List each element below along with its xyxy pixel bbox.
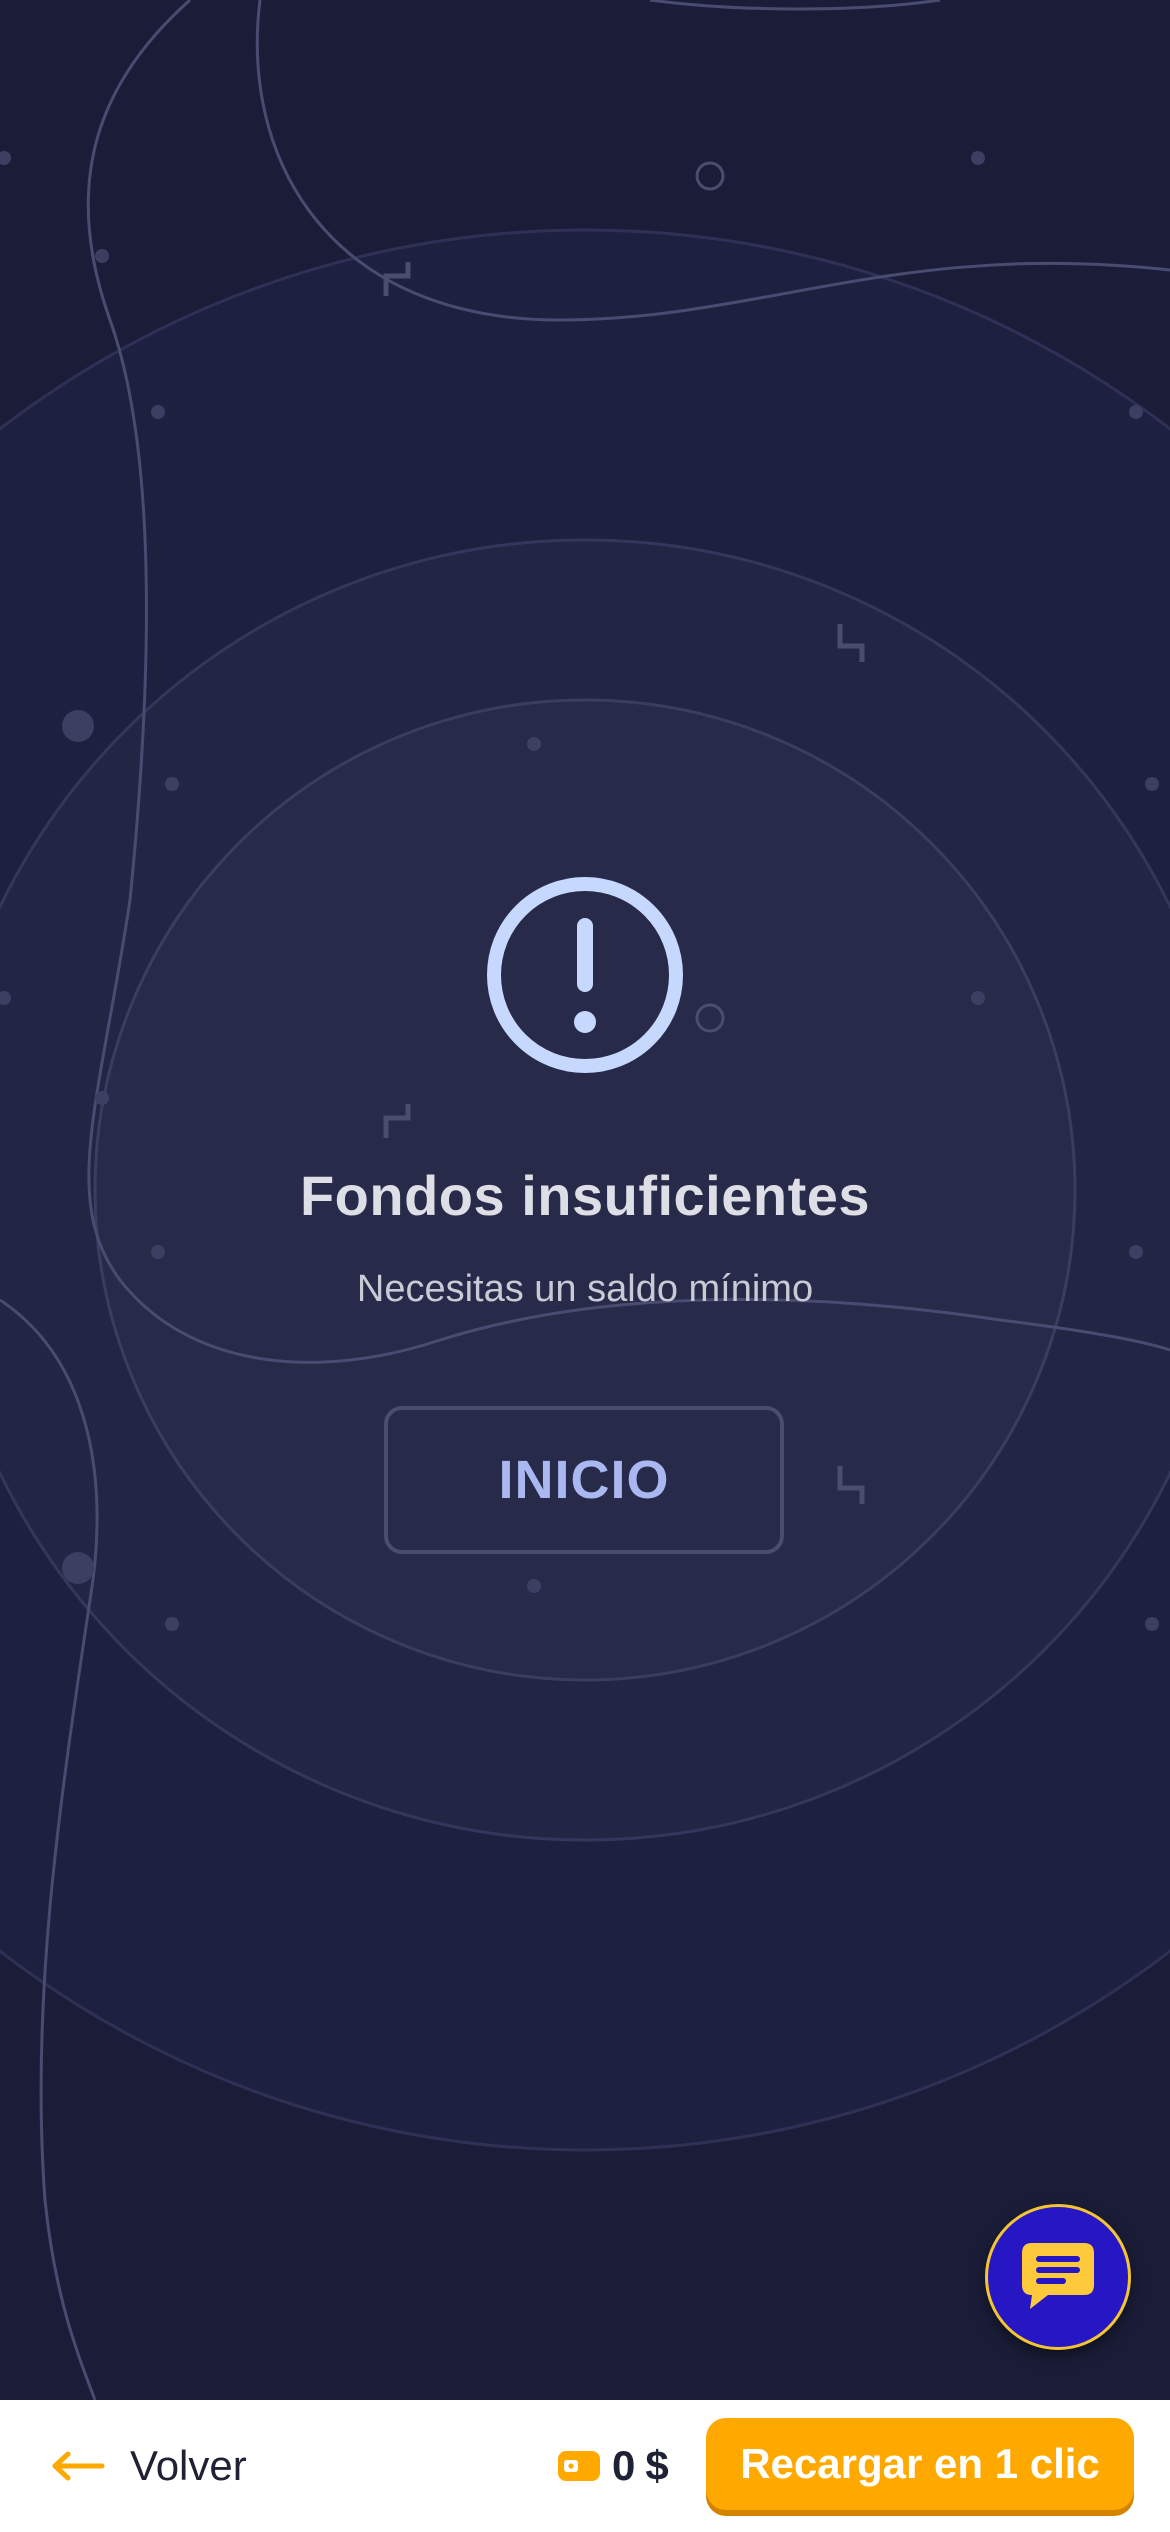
recharge-button[interactable]: Recargar en 1 clic <box>706 2418 1134 2510</box>
message-text: Necesitas un saldo mínimo <box>356 1268 814 1310</box>
page-title: Fondos insuficientes <box>299 1164 871 1227</box>
chat-button[interactable] <box>985 2204 1131 2350</box>
screen: Fondos insuficientes Necesitas un saldo … <box>0 0 1170 2532</box>
balance-amount: 0 <box>612 2442 636 2489</box>
balance-display: 0 $ <box>556 2400 669 2532</box>
home-button[interactable]: INICIO <box>384 1406 784 1554</box>
back-label: Volver <box>130 2442 247 2489</box>
back-button[interactable]: Volver <box>50 2400 247 2532</box>
arrow-left-icon <box>52 2451 105 2481</box>
insufficient-funds-panel: Fondos insuficientes Necesitas un saldo … <box>0 0 1170 2400</box>
exclamation-circle-icon <box>487 877 683 1073</box>
chat-bubble-icon <box>1022 2243 1094 2309</box>
balance-currency: $ <box>645 2442 669 2489</box>
wallet-icon <box>558 2451 600 2481</box>
